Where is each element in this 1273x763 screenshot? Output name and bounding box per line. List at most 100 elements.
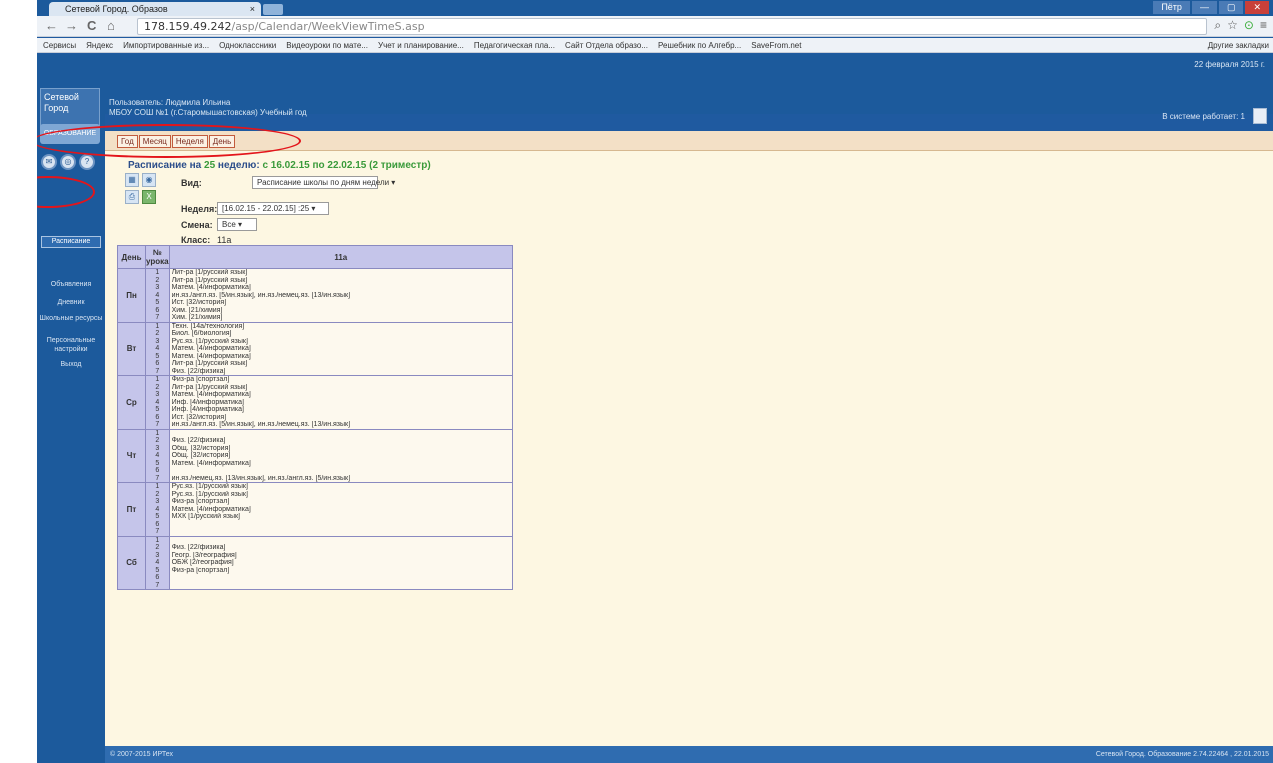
lesson-entry[interactable]: ин.яз./англ.яз. [5/ин.язык], ин.яз./неме… xyxy=(172,421,510,429)
sidebar-item-settings[interactable]: Персональные настройки xyxy=(37,336,105,354)
mail-icon[interactable]: ✉ xyxy=(41,154,57,170)
lesson-entry[interactable]: Рус.яз. [1/русский язык] xyxy=(172,483,510,491)
tab-month[interactable]: Месяц xyxy=(138,135,171,148)
lesson-entry[interactable]: Общ. [32/история] xyxy=(172,452,510,460)
lesson-entry[interactable]: Матем. [4/информатика] xyxy=(172,353,510,361)
browser-tab[interactable]: Сетевой Город. Образов × xyxy=(49,2,261,16)
bookmark-item[interactable]: Сайт Отдела образо... xyxy=(561,38,654,52)
tab-day[interactable]: День xyxy=(208,135,236,148)
bookmark-item[interactable]: Педагогическая пла... xyxy=(470,38,561,52)
minimize-button[interactable]: — xyxy=(1191,1,1217,14)
star-icon[interactable]: ☆ xyxy=(1227,18,1238,33)
bookmark-item[interactable]: Импортированные из... xyxy=(119,38,215,52)
school-link[interactable]: МБОУ СОШ №1 (г.Старомышастовская) Учебны… xyxy=(109,108,307,117)
lesson-entry[interactable] xyxy=(172,574,510,582)
bookmark-item[interactable]: Учет и планирование... xyxy=(374,38,470,52)
lesson-entry[interactable]: Лит-ра [1/русский язык] xyxy=(172,277,510,285)
tab-close-icon[interactable]: × xyxy=(250,2,255,16)
lesson-entry[interactable]: ин.яз./немец.яз. [13/ин.язык], ин.яз./ан… xyxy=(172,475,510,483)
bookmark-item[interactable]: Яндекс xyxy=(82,38,119,52)
lesson-entry[interactable]: Геогр. [3/география] xyxy=(172,552,510,560)
lesson-entry[interactable]: Хим. [21/химия] xyxy=(172,307,510,315)
lesson-entry[interactable]: Матем. [4/информатика] xyxy=(172,284,510,292)
lesson-entry[interactable]: Биол. [6/биология] xyxy=(172,330,510,338)
print-icon[interactable]: ⎙ xyxy=(125,190,139,204)
lesson-entry[interactable]: Физ-ра [спортзал] xyxy=(172,498,510,506)
sidebar-item-announcements[interactable]: Объявления xyxy=(37,280,105,289)
sidebar-item-schedule[interactable]: Расписание xyxy=(41,236,101,248)
lesson-entry[interactable]: Ист. [32/история] xyxy=(172,299,510,307)
lesson-entry[interactable]: Физ. [22/физика] xyxy=(172,437,510,445)
home-icon[interactable]: ⌂ xyxy=(107,18,115,34)
lesson-entry[interactable]: Рус.яз. [1/русский язык] xyxy=(172,491,510,499)
lesson-entry[interactable]: Хим. [21/химия] xyxy=(172,314,510,322)
bookmark-item[interactable]: Одноклассники xyxy=(215,38,282,52)
back-arrow-icon[interactable]: ← xyxy=(45,18,58,34)
lesson-entry[interactable] xyxy=(172,528,510,536)
view-select[interactable]: Расписание школы по дням недели ▾ xyxy=(252,176,395,189)
title-mid: неделю: xyxy=(217,160,260,171)
view-mode-bar: Год Месяц Неделя День xyxy=(105,131,1273,151)
tab-year[interactable]: Год xyxy=(117,135,138,148)
extension-icon[interactable]: ⊙ xyxy=(1244,18,1254,33)
lesson-entry[interactable]: Общ. [32/история] xyxy=(172,445,510,453)
address-bar[interactable]: 178.159.49.242/asp/Calendar/WeekViewTime… xyxy=(137,18,1207,35)
lesson-entry[interactable]: Техн. [14а/технология] xyxy=(172,323,510,331)
lesson-entry[interactable] xyxy=(172,467,510,475)
users-online[interactable]: В системе работает: 1 xyxy=(1162,112,1245,121)
lesson-entry[interactable]: Ист. [32/история] xyxy=(172,414,510,422)
grid-view-icon[interactable]: ▦ xyxy=(125,173,139,187)
lesson-number: 5 xyxy=(155,566,160,574)
day-cell: Чт xyxy=(117,428,146,483)
lesson-entry[interactable] xyxy=(172,430,510,438)
reload-icon[interactable]: C xyxy=(87,18,96,34)
lesson-entry[interactable] xyxy=(172,521,510,529)
lesson-entry[interactable]: Матем. [4/информатика] xyxy=(172,345,510,353)
bookmark-item[interactable]: SaveFrom.net xyxy=(747,38,807,52)
new-tab-button[interactable] xyxy=(263,4,283,15)
list-view-icon[interactable]: ◉ xyxy=(142,173,156,187)
lesson-entry[interactable]: Инф. [4/информатика] xyxy=(172,399,510,407)
help-icon[interactable]: ? xyxy=(79,154,95,170)
lesson-entry[interactable]: Лит-ра [1/русский язык] xyxy=(172,269,510,277)
lesson-entry[interactable]: Матем. [4/информатика] xyxy=(172,460,510,468)
col-day-header: День xyxy=(117,245,146,269)
search-icon[interactable]: ⌕ xyxy=(1214,18,1221,33)
lesson-entry[interactable]: МХК [1/русский язык] xyxy=(172,513,510,521)
profile-button[interactable]: Пётр xyxy=(1153,1,1190,14)
lesson-entry[interactable]: ОБЖ [2/география] xyxy=(172,559,510,567)
close-window-button[interactable]: ✕ xyxy=(1245,1,1269,14)
lesson-entry[interactable]: Физ. [22/физика] xyxy=(172,544,510,552)
sidebar-item-logout[interactable]: Выход xyxy=(37,360,105,369)
menu-icon[interactable]: ≡ xyxy=(1260,18,1267,33)
lesson-number: 2 xyxy=(155,330,160,337)
lesson-entry[interactable]: Физ-ра [спортзал] xyxy=(172,376,510,384)
lesson-entry[interactable]: Матем. [4/информатика] xyxy=(172,506,510,514)
forward-arrow-icon[interactable]: → xyxy=(65,18,78,34)
tab-week[interactable]: Неделя xyxy=(171,135,208,148)
shift-select[interactable]: Все ▾ xyxy=(217,218,257,231)
lesson-entry[interactable]: Лит-ра [1/русский язык] xyxy=(172,360,510,368)
bookmark-item[interactable]: Сервисы xyxy=(39,38,82,52)
lesson-number: 3 xyxy=(155,337,160,345)
lesson-entry[interactable]: Физ-ра [спортзал] xyxy=(172,567,510,575)
lesson-number: 1 xyxy=(155,536,160,544)
lesson-entry[interactable]: Инф. [4/информатика] xyxy=(172,406,510,414)
forum-icon[interactable]: ◎ xyxy=(60,154,76,170)
sidebar-item-resources[interactable]: Школьные ресурсы xyxy=(37,314,105,323)
lesson-entry[interactable]: Рус.яз. [1/русский язык] xyxy=(172,338,510,346)
lesson-entry[interactable] xyxy=(172,537,510,545)
sidebar-item-diary[interactable]: Дневник xyxy=(37,298,105,307)
lesson-entry[interactable]: ин.яз./англ.яз. [5/ин.язык], ин.яз./неме… xyxy=(172,292,510,300)
other-bookmarks-folder[interactable]: Другие закладки xyxy=(1204,38,1273,52)
lesson-entry[interactable]: Матем. [4/информатика] xyxy=(172,391,510,399)
bookmark-item[interactable]: Решебник по Алгебр... xyxy=(654,38,747,52)
bookmark-item[interactable]: Видеоуроки по мате... xyxy=(282,38,374,52)
lesson-entry[interactable]: Физ. [22/физика] xyxy=(172,368,510,376)
maximize-button[interactable]: ▢ xyxy=(1218,1,1244,14)
week-select[interactable]: [16.02.15 - 22.02.15] :25 ▾ xyxy=(217,202,329,215)
document-icon[interactable] xyxy=(1253,108,1267,124)
lesson-entry[interactable]: Лит-ра [1/русский язык] xyxy=(172,384,510,392)
excel-export-icon[interactable]: X xyxy=(142,190,156,204)
lesson-entry[interactable] xyxy=(172,582,510,590)
